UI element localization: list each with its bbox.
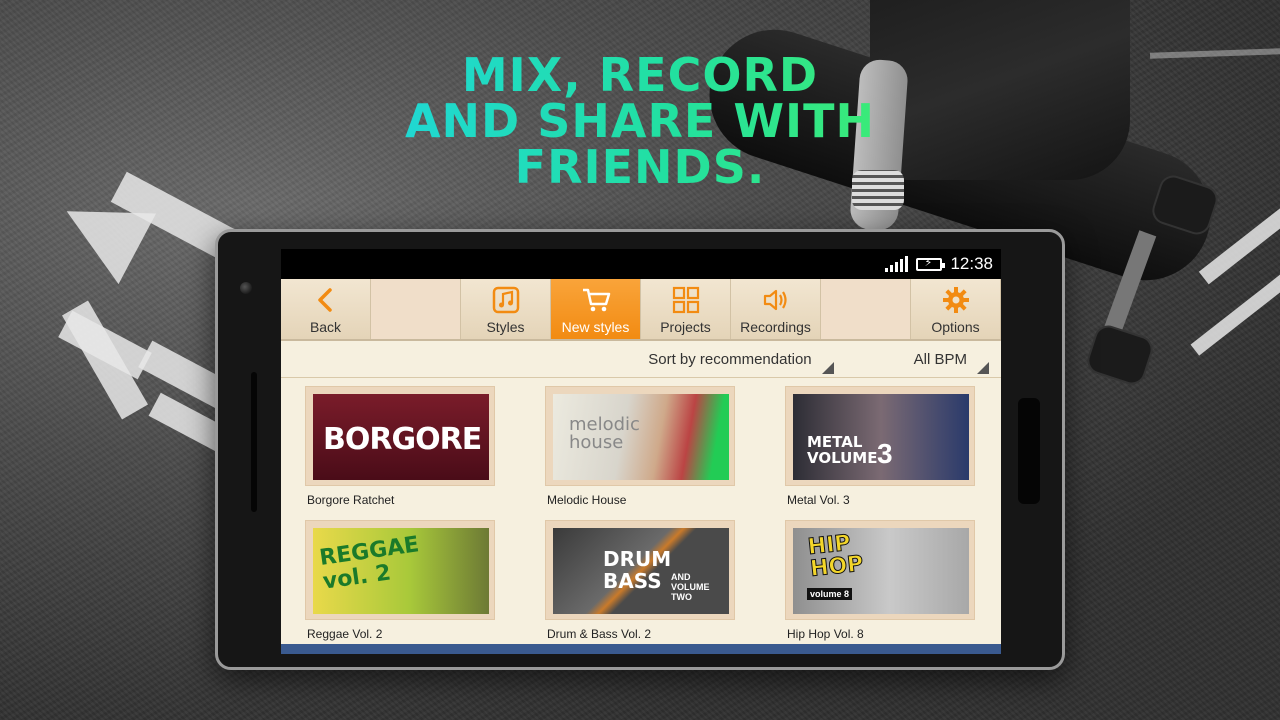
tab-styles[interactable]: Styles: [461, 279, 551, 339]
cover-art: HIP HOP volume 8: [793, 528, 969, 614]
bottom-bar: [281, 644, 1001, 654]
tab-new-styles[interactable]: New styles: [551, 279, 641, 339]
styles-label: Styles: [486, 319, 525, 335]
card-title: Drum & Bass Vol. 2: [547, 627, 652, 641]
device-home-button[interactable]: [1018, 398, 1040, 504]
projects-label: Projects: [660, 319, 711, 335]
back-label: Back: [309, 319, 342, 335]
tablet-device: 12:38 Back Styles New styles: [215, 229, 1065, 670]
gear-icon: [939, 283, 973, 317]
style-card-reggae[interactable]: REGGAE vol. 2 Reggae Vol. 2: [305, 512, 505, 642]
clock: 12:38: [950, 254, 993, 273]
tab-projects[interactable]: Projects: [641, 279, 731, 339]
style-card-hip-hop[interactable]: HIP HOP volume 8 Hip Hop Vol. 8: [785, 512, 985, 642]
cover-art-text: METAL VOLUME: [807, 433, 878, 467]
card-title: Hip Hop Vol. 8: [787, 627, 864, 641]
card-title: Borgore Ratchet: [307, 493, 395, 507]
thumbnail-frame: REGGAE vol. 2: [305, 520, 495, 620]
thumbnail-frame: BORGORE: [305, 386, 495, 486]
toolbar-spacer: [821, 279, 911, 339]
cover-art-text: REGGAE vol. 2: [318, 532, 421, 595]
thumbnail-frame: HIP HOP volume 8: [785, 520, 975, 620]
status-bar: 12:38: [281, 249, 1001, 279]
toolbar: Back Styles New styles Projects Recordin…: [281, 279, 1001, 341]
camera-lens: [240, 282, 252, 294]
style-card-melodic-house[interactable]: melodic house Melodic House: [545, 378, 745, 512]
back-button[interactable]: Back: [281, 279, 371, 339]
tab-recordings[interactable]: Recordings: [731, 279, 821, 339]
thumbnail-frame: melodic house: [545, 386, 735, 486]
battery-charging-icon: [916, 256, 946, 271]
options-label: Options: [931, 319, 980, 335]
headline: MIX, RECORD AND SHARE WITH FRIENDS.: [330, 52, 950, 190]
cover-art: REGGAE vol. 2: [313, 528, 489, 614]
music-note-icon: [489, 283, 523, 317]
cover-art-text: melodic house: [569, 414, 640, 453]
cover-art-text: HIP HOP: [806, 530, 865, 583]
sort-bar: Sort by recommendation All BPM: [281, 341, 1001, 378]
style-card-borgore[interactable]: BORGORE Borgore Ratchet: [305, 378, 505, 512]
cover-art-text: BORGORE: [323, 422, 482, 457]
sort-dropdown[interactable]: Sort by recommendation: [648, 351, 835, 374]
style-card-drum-bass[interactable]: DRUM BASS AND VOLUME TWO Drum & Bass Vol…: [545, 512, 745, 642]
cover-art-number: 3: [877, 438, 893, 469]
thumbnail-frame: METAL VOLUME 3: [785, 386, 975, 486]
bpm-dropdown[interactable]: All BPM: [914, 351, 990, 374]
headline-line-2: AND SHARE WITH: [330, 98, 950, 144]
cover-art: METAL VOLUME 3: [793, 394, 969, 480]
cover-art-subtitle: volume 8: [807, 588, 853, 600]
signal-icon: [885, 256, 909, 272]
device-speaker-slot: [251, 372, 257, 512]
thumbnail-frame: DRUM BASS AND VOLUME TWO: [545, 520, 735, 620]
shopping-cart-icon: [579, 283, 613, 317]
cover-art: BORGORE: [313, 394, 489, 480]
toolbar-spacer: [371, 279, 461, 339]
chevron-left-icon: [309, 283, 343, 317]
options-button[interactable]: Options: [911, 279, 1001, 339]
grid-icon: [669, 283, 703, 317]
headline-line-1: MIX, RECORD: [330, 52, 950, 98]
style-card-metal[interactable]: METAL VOLUME 3 Metal Vol. 3: [785, 378, 985, 512]
card-title: Metal Vol. 3: [787, 493, 850, 507]
speaker-icon: [759, 283, 793, 317]
headline-line-3: FRIENDS.: [330, 144, 950, 190]
recordings-label: Recordings: [740, 319, 811, 335]
new-styles-label: New styles: [561, 319, 630, 335]
app-screen: 12:38 Back Styles New styles: [281, 249, 1001, 654]
card-title: Melodic House: [547, 493, 627, 507]
card-title: Reggae Vol. 2: [307, 627, 383, 641]
cover-art: DRUM BASS AND VOLUME TWO: [553, 528, 729, 614]
cover-art-text: DRUM BASS: [603, 547, 672, 593]
cover-art: melodic house: [553, 394, 729, 480]
cover-art-subtitle: AND VOLUME TWO: [671, 572, 710, 602]
styles-grid: BORGORE Borgore Ratchet melodic house Me…: [281, 378, 1001, 643]
